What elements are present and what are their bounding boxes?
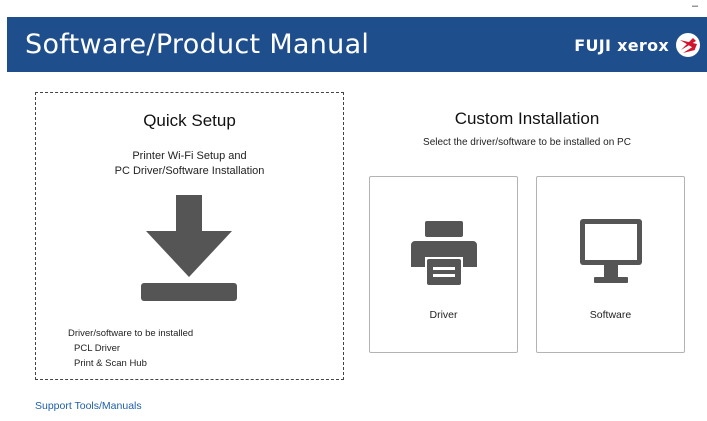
quick-setup-title: Quick Setup: [143, 111, 236, 130]
install-list-item: Print & Scan Hub: [74, 358, 147, 369]
install-list-item: PCL Driver: [74, 343, 121, 354]
app-title: Software/Product Manual: [25, 29, 370, 60]
header-banner: Software/Product Manual FUJI xerox: [7, 17, 707, 72]
download-icon: [141, 195, 237, 301]
support-tools-manuals-link[interactable]: Support Tools/Manuals: [35, 400, 142, 412]
monitor-icon: [580, 219, 642, 283]
minimize-button[interactable]: –: [687, 0, 703, 14]
title-bar: –: [0, 0, 707, 17]
custom-installation-title: Custom Installation: [454, 109, 600, 128]
quick-setup-description: Printer Wi-Fi Setup and PC Driver/Softwa…: [36, 149, 343, 179]
brand-logo-area: FUJI xerox: [574, 31, 701, 59]
fuji-xerox-logo-icon: [676, 33, 700, 57]
installer-window: – Software/Product Manual FUJI xerox Qui…: [0, 0, 707, 421]
custom-installation-subtitle: Select the driver/software to be install…: [423, 137, 631, 148]
install-list-heading: Driver/software to be installed: [68, 328, 194, 339]
driver-tile[interactable]: Driver: [369, 176, 518, 353]
quick-setup-panel[interactable]: Quick Setup Printer Wi-Fi Setup and PC D…: [35, 92, 344, 380]
driver-label: Driver: [429, 309, 458, 321]
software-label: Software: [589, 309, 632, 321]
brand-name: FUJI xerox: [574, 35, 669, 55]
quick-setup-description-line: PC Driver/Software Installation: [114, 165, 265, 177]
quick-setup-description-line: Printer Wi-Fi Setup and: [132, 150, 247, 162]
software-tile[interactable]: Software: [536, 176, 685, 353]
printer-icon: [411, 221, 477, 285]
install-list: Driver/software to be installed PCL Driv…: [68, 326, 193, 371]
